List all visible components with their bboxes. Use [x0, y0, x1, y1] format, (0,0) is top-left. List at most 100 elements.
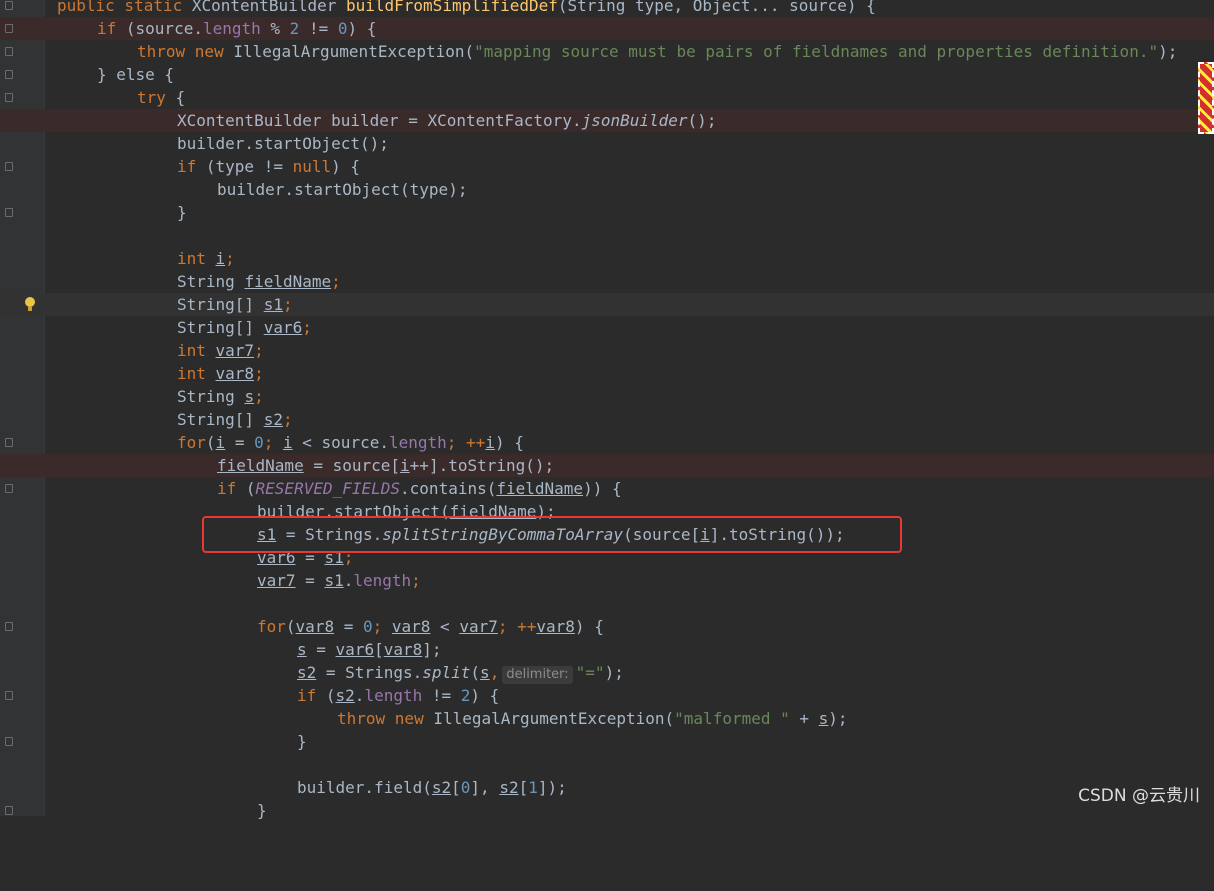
- fold-icon[interactable]: [5, 70, 13, 79]
- number-token: 0: [460, 778, 471, 797]
- code-line[interactable]: s2 = Strings.split(s, delimiter: "=");: [0, 661, 1214, 684]
- keyword: for: [257, 617, 286, 636]
- code-editor[interactable]: public static XContentBuilder buildFromS…: [0, 0, 1214, 820]
- fold-icon[interactable]: [5, 47, 13, 56]
- code-token: }: [257, 801, 267, 820]
- code-token: =: [225, 433, 255, 452]
- keyword: throw new: [337, 709, 434, 728]
- fold-icon[interactable]: [5, 622, 13, 631]
- code-token: (: [470, 663, 481, 682]
- code-line[interactable]: }: [0, 730, 1214, 753]
- code-line[interactable]: throw new IllegalArgumentException("mapp…: [0, 40, 1214, 63]
- code-line[interactable]: fieldName = source[i++].toString();: [0, 454, 1214, 477]
- code-line[interactable]: builder.startObject(type);: [0, 178, 1214, 201]
- code-line[interactable]: int var7;: [0, 339, 1214, 362]
- code-line[interactable]: String[] var6;: [0, 316, 1214, 339]
- code-line[interactable]: builder.startObject();: [0, 132, 1214, 155]
- code-line[interactable]: String[] s2;: [0, 408, 1214, 431]
- code-token: IllegalArgumentException(: [233, 42, 475, 61]
- variable-token: s: [244, 387, 255, 406]
- code-token: IllegalArgumentException(: [433, 709, 675, 728]
- code-line[interactable]: if (source.length % 2 != 0) {: [0, 17, 1214, 40]
- keyword: ; ++: [497, 617, 537, 636]
- variable-token: s2: [335, 686, 355, 705]
- field-token: length: [364, 686, 423, 705]
- keyword: if: [217, 479, 237, 498]
- fold-icon[interactable]: [5, 208, 13, 217]
- code-line[interactable]: try {: [0, 86, 1214, 109]
- variable-token: i: [215, 433, 226, 452]
- code-token: builder.startObject();: [177, 134, 389, 153]
- fold-icon[interactable]: [5, 93, 13, 102]
- fold-icon[interactable]: [5, 1, 13, 10]
- variable-token: i: [283, 433, 293, 452]
- code-line[interactable]: builder.field(s2[0], s2[1]);: [0, 776, 1214, 799]
- keyword: ,: [489, 663, 500, 682]
- code-token: =: [334, 617, 363, 636]
- code-text: if (source.length % 2 != 0) {: [97, 17, 376, 40]
- fold-icon[interactable]: [5, 24, 13, 33]
- code-line[interactable]: public static XContentBuilder buildFromS…: [0, 0, 1214, 17]
- code-line[interactable]: String fieldName;: [0, 270, 1214, 293]
- keyword: ;: [254, 341, 264, 360]
- code-text: XContentBuilder builder = XContentFactor…: [177, 109, 716, 132]
- code-token: ) {: [494, 433, 524, 452]
- fold-icon[interactable]: [5, 737, 13, 746]
- code-line[interactable]: for(var8 = 0; var8 < var7; ++var8) {: [0, 615, 1214, 638]
- code-text: String[] var6;: [177, 316, 312, 339]
- code-line[interactable]: int i;: [0, 247, 1214, 270]
- variable-token: s2: [263, 410, 283, 429]
- code-token: XContentBuilder: [191, 0, 346, 15]
- code-token: ++].toString();: [409, 456, 555, 475]
- fold-icon[interactable]: [5, 691, 13, 700]
- code-token: +: [789, 709, 819, 728]
- variable-token: i: [215, 249, 226, 268]
- fold-icon[interactable]: [5, 162, 13, 171]
- number-token: 1: [528, 778, 538, 797]
- code-line[interactable]: var7 = s1.length;: [0, 569, 1214, 592]
- code-token: <: [430, 617, 460, 636]
- keyword: ;: [225, 249, 235, 268]
- code-token: (: [316, 686, 336, 705]
- code-line[interactable]: s = var6[var8];: [0, 638, 1214, 661]
- code-token: );: [1158, 42, 1178, 61]
- code-line[interactable]: XContentBuilder builder = XContentFactor…: [0, 109, 1214, 132]
- fold-icon[interactable]: [5, 484, 13, 493]
- code-token: builder.startObject(type);: [217, 180, 468, 199]
- code-text: }: [177, 201, 187, 224]
- code-line[interactable]: if (RESERVED_FIELDS.contains(fieldName))…: [0, 477, 1214, 500]
- keyword: throw new: [137, 42, 234, 61]
- variable-token: i: [485, 433, 495, 452]
- parameter-hint: delimiter:: [502, 666, 573, 684]
- code-line[interactable]: }: [0, 799, 1214, 822]
- code-line[interactable]: int var8;: [0, 362, 1214, 385]
- code-token: (: [285, 617, 296, 636]
- fold-icon[interactable]: [5, 806, 13, 815]
- code-line[interactable]: if (s2.length != 2) {: [0, 684, 1214, 707]
- code-line[interactable]: } else {: [0, 63, 1214, 86]
- code-text: public static XContentBuilder buildFromS…: [57, 0, 876, 17]
- variable-token: var6: [335, 640, 375, 659]
- variable-token: var8: [391, 617, 431, 636]
- lightbulb-icon[interactable]: [24, 296, 36, 313]
- code-line[interactable]: for(i = 0; i < source.length; ++i) {: [0, 431, 1214, 454]
- keyword: if: [177, 157, 197, 176]
- code-line[interactable]: if (type != null) {: [0, 155, 1214, 178]
- code-line[interactable]: String s;: [0, 385, 1214, 408]
- variable-token: s2: [297, 663, 317, 682]
- code-token: ) {: [574, 617, 604, 636]
- fold-icon[interactable]: [5, 438, 13, 447]
- code-line[interactable]: throw new IllegalArgumentException("malf…: [0, 707, 1214, 730]
- field-token: length: [388, 433, 447, 452]
- number-token: 2: [289, 19, 300, 38]
- code-token: ];: [422, 640, 442, 659]
- code-token: XContentBuilder builder = XContentFactor…: [177, 111, 582, 130]
- code-line[interactable]: String[] s1;: [0, 293, 1214, 316]
- code-token: } else {: [97, 65, 175, 84]
- code-text: } else {: [97, 63, 174, 86]
- variable-token: s: [297, 640, 307, 659]
- code-line[interactable]: }: [0, 201, 1214, 224]
- code-token: );: [828, 709, 848, 728]
- code-text: String[] s2;: [177, 408, 293, 431]
- code-text: builder.startObject(type);: [217, 178, 467, 201]
